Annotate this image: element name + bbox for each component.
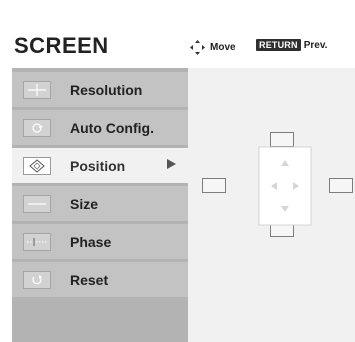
- move-arrows-icon: [190, 40, 205, 55]
- move-label: Move: [210, 42, 236, 53]
- prev-label: Prev.: [303, 39, 328, 51]
- position-up-box[interactable]: [270, 132, 294, 147]
- menu-item-label: Resolution: [70, 82, 143, 98]
- phase-icon: [23, 233, 51, 251]
- menu-item-resolution[interactable]: Resolution: [12, 72, 188, 107]
- resolution-icon: [23, 81, 51, 99]
- size-icon: [23, 195, 51, 213]
- position-left-box[interactable]: [202, 178, 226, 193]
- menu-item-phase[interactable]: Phase: [12, 224, 188, 259]
- menu-item-reset[interactable]: Reset: [12, 262, 188, 297]
- position-control-area: [188, 68, 355, 342]
- position-right-box[interactable]: [329, 178, 353, 193]
- page-title: SCREEN: [14, 33, 109, 58]
- position-dpad: [258, 146, 312, 226]
- menu-item-auto-config[interactable]: Auto Config.: [12, 110, 188, 145]
- screen-settings-panel: SCREEN Move RETURN Prev. Resolution Auto…: [0, 0, 355, 342]
- menu-item-label: Phase: [70, 234, 112, 250]
- menu-item-label: Auto Config.: [70, 120, 154, 136]
- header: SCREEN Move RETURN Prev.: [0, 0, 355, 68]
- menu-item-size[interactable]: Size: [12, 186, 188, 221]
- move-hint: Move: [190, 40, 236, 55]
- reset-icon: [23, 271, 51, 289]
- chevron-right-icon: [167, 159, 176, 169]
- return-key-badge: RETURN: [256, 39, 301, 51]
- menu-item-label: Position: [70, 158, 126, 174]
- position-icon: [23, 157, 51, 175]
- menu-item-label: Size: [70, 196, 99, 212]
- menu-item-position[interactable]: Position: [12, 148, 188, 183]
- return-hint: RETURN Prev.: [256, 39, 327, 51]
- menu-item-label: Reset: [70, 272, 109, 288]
- auto-config-icon: [23, 119, 51, 137]
- screen-menu: Resolution Auto Config. Position Size Ph…: [12, 68, 188, 342]
